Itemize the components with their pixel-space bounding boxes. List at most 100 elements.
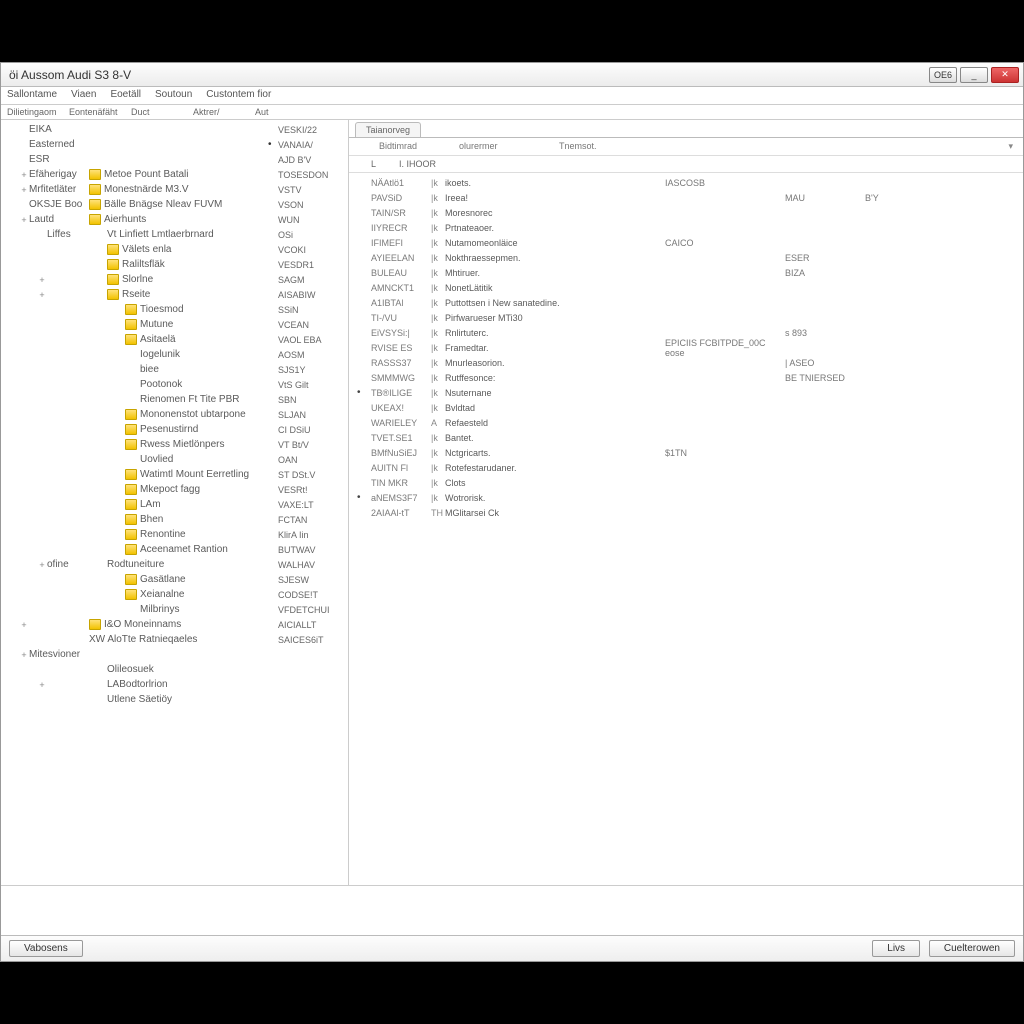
toolbar-item[interactable]: Duct xyxy=(131,107,181,117)
expand-icon[interactable]: + xyxy=(37,275,47,285)
list-row[interactable]: SMMMWG|kRutffesonce:BE TNIERSED xyxy=(349,370,1023,385)
tree-row[interactable]: Rwess MietlönpersVT Bt/V xyxy=(1,437,348,452)
dropdown-icon[interactable]: ▾ xyxy=(1008,141,1013,152)
toolbar-item[interactable]: Aktrer/ xyxy=(193,107,243,117)
row-id: aNEMS3F7 xyxy=(371,493,431,503)
tree-row[interactable]: LAmVAXE:LT xyxy=(1,497,348,512)
expand-icon[interactable]: + xyxy=(37,290,47,300)
tree-row[interactable]: +RseiteAISABIW xyxy=(1,287,348,302)
tree-row[interactable]: AsitaeläVAOL EBA xyxy=(1,332,348,347)
tree-row[interactable]: +MrfitetläterMonestnärde M3.VVSTV xyxy=(1,182,348,197)
help-button[interactable]: OE6 xyxy=(929,67,957,83)
detail-list[interactable]: NÄAtlö1|kikoets.IASCOSBPAVSiD|kIreea!MAU… xyxy=(349,173,1023,885)
list-row[interactable]: A1IBTAl|kPuttottsen i New sanatedine. xyxy=(349,295,1023,310)
status-button-left[interactable]: Vabosens xyxy=(9,940,83,957)
menu-item[interactable]: Soutoun xyxy=(155,89,192,102)
list-row[interactable]: •aNEMS3F7|kWotrorisk. xyxy=(349,490,1023,505)
tree-row[interactable]: RenontineKlirA Iin xyxy=(1,527,348,542)
tree-row[interactable]: Watimtl Mount EerretlingST DSt.V xyxy=(1,467,348,482)
tree-row[interactable]: +ofineRodtuneitureWALHAV xyxy=(1,557,348,572)
row-id: RASSS37 xyxy=(371,358,431,368)
tree-row[interactable]: +Mitesvioner xyxy=(1,647,348,662)
tree-row[interactable]: +LautdAierhuntsWUN xyxy=(1,212,348,227)
row-val1: EPICIIS FCBITPDE_00C eose xyxy=(665,338,785,358)
list-row[interactable]: TI-/VU|kPirfwarueser MTi30 xyxy=(349,310,1023,325)
expand-icon[interactable]: + xyxy=(19,185,29,195)
row-tick: |k xyxy=(431,238,445,248)
tree-row[interactable]: Aceenamet RantionBUTWAV xyxy=(1,542,348,557)
tree-row[interactable]: MilbrinysVFDETCHUI xyxy=(1,602,348,617)
tree-row[interactable]: Mononenstot ubtarponeSLJAN xyxy=(1,407,348,422)
list-row[interactable]: UKEAX!|kBvldtad xyxy=(349,400,1023,415)
list-row[interactable]: 2AIAAl-tTTHMGlitarsei Ck xyxy=(349,505,1023,520)
status-button-2[interactable]: Cuelterowen xyxy=(929,940,1015,957)
tree-row[interactable]: bieeSJS1Y xyxy=(1,362,348,377)
expand-icon[interactable]: + xyxy=(19,620,29,630)
tab[interactable]: Taianorveg xyxy=(355,122,421,137)
tree-row[interactable]: ESRAJD B'V xyxy=(1,152,348,167)
tree-row[interactable]: GasätlaneSJESW xyxy=(1,572,348,587)
tree-row[interactable]: +I&O MoneinnamsAICIALLT xyxy=(1,617,348,632)
tree-row[interactable]: +SlorlneSAGM xyxy=(1,272,348,287)
tree-row[interactable]: +EfäherigayMetoe Pount BataliTOSESDON xyxy=(1,167,348,182)
col-header[interactable]: olurermer xyxy=(459,141,539,152)
tree-row[interactable]: TioesmodSSiN xyxy=(1,302,348,317)
minimize-button[interactable]: _ xyxy=(960,67,988,83)
list-row[interactable]: TIN MKR|kClots xyxy=(349,475,1023,490)
tree-row[interactable]: Välets enlaVCOKI xyxy=(1,242,348,257)
tree-row[interactable]: XeianalneCODSE!T xyxy=(1,587,348,602)
list-row[interactable]: RVISE ES|kFramedtar.EPICIIS FCBITPDE_00C… xyxy=(349,340,1023,355)
menu-item[interactable]: Sallontame xyxy=(7,89,57,102)
list-row[interactable]: TVET.SE1|kBantet. xyxy=(349,430,1023,445)
tree-item-code: SAICES6iT xyxy=(278,635,342,645)
row-name: ikoets. xyxy=(445,178,665,188)
tree-row[interactable]: PootonokVtS Gilt xyxy=(1,377,348,392)
list-row[interactable]: PAVSiD|kIreea!MAUB'Y xyxy=(349,190,1023,205)
list-row[interactable]: AYIEELAN|kNokthraessepmen.ESER xyxy=(349,250,1023,265)
tree-pane[interactable]: EIKAVESKI/22Easterned•VANAIA/ESRAJD B'V+… xyxy=(1,120,349,885)
tree-row[interactable]: EIKAVESKI/22 xyxy=(1,122,348,137)
window-buttons: OE6 _ ✕ xyxy=(929,67,1019,83)
tree-row[interactable]: Mkepoct faggVESRt! xyxy=(1,482,348,497)
tree-row[interactable]: OKSJE BooBälle Bnägse Nleav FUVMVSON xyxy=(1,197,348,212)
list-row[interactable]: AUITN Fl|kRotefestarudaner. xyxy=(349,460,1023,475)
status-button-1[interactable]: Livs xyxy=(872,940,920,957)
list-row[interactable]: NÄAtlö1|kikoets.IASCOSB xyxy=(349,175,1023,190)
tree-row[interactable]: +LABodtorlrion xyxy=(1,677,348,692)
tree-row[interactable]: MutuneVCEAN xyxy=(1,317,348,332)
tree-row[interactable]: XW AloTte RatnieqaelesSAICES6iT xyxy=(1,632,348,647)
close-button[interactable]: ✕ xyxy=(991,67,1019,83)
toolbar-item[interactable]: Dilietingaom xyxy=(7,107,57,117)
tree-row[interactable]: PesenustirndCI DSiU xyxy=(1,422,348,437)
menu-item[interactable]: Viaen xyxy=(71,89,96,102)
col-header[interactable]: Bidtimrad xyxy=(379,141,439,152)
tree-row[interactable]: RaliltsfläkVESDR1 xyxy=(1,257,348,272)
tree-row[interactable]: Rienomen Ft Tite PBRSBN xyxy=(1,392,348,407)
list-row[interactable]: IFIMEFI|kNutamomeonläiceCAICO xyxy=(349,235,1023,250)
list-row[interactable]: AMNCKT1|kNonetLätitik xyxy=(349,280,1023,295)
col-header[interactable]: Tnemsot. xyxy=(559,141,619,152)
list-row[interactable]: IIYRECR|kPrtnateaoer. xyxy=(349,220,1023,235)
tree-row[interactable]: BhenFCTAN xyxy=(1,512,348,527)
list-row[interactable]: WARIELEYARefaesteld xyxy=(349,415,1023,430)
expand-icon[interactable]: + xyxy=(37,680,47,690)
expand-icon[interactable]: + xyxy=(19,215,29,225)
list-row[interactable]: TAIN/SR|kMoresnorec xyxy=(349,205,1023,220)
tree-row[interactable]: IogelunikAOSM xyxy=(1,347,348,362)
list-row[interactable]: BMfNuSiEJ|kNctgricarts.$1TN xyxy=(349,445,1023,460)
toolbar-item[interactable]: Eontenäfäht xyxy=(69,107,119,117)
menu-item[interactable]: Custontem fior xyxy=(206,89,271,102)
tree-row[interactable]: Easterned•VANAIA/ xyxy=(1,137,348,152)
tree-row[interactable]: UovliedOAN xyxy=(1,452,348,467)
list-row[interactable]: BULEAU|kMhtiruer.BIZA xyxy=(349,265,1023,280)
expand-icon[interactable]: + xyxy=(19,170,29,180)
tree-row[interactable]: Olileosuek xyxy=(1,662,348,677)
row-id: TB®ILIGE xyxy=(371,388,431,398)
menu-item[interactable]: Eoetäll xyxy=(110,89,141,102)
tree-row[interactable]: LiffesVt Linfiett LmtlaerbrnardOSi xyxy=(1,227,348,242)
expand-icon[interactable]: + xyxy=(37,560,47,570)
expand-icon[interactable]: + xyxy=(19,650,29,660)
toolbar-item[interactable]: Aut xyxy=(255,107,305,117)
list-row[interactable]: •TB®ILIGE|kNsuternane xyxy=(349,385,1023,400)
tree-row[interactable]: Utlene Säetiöy xyxy=(1,692,348,707)
